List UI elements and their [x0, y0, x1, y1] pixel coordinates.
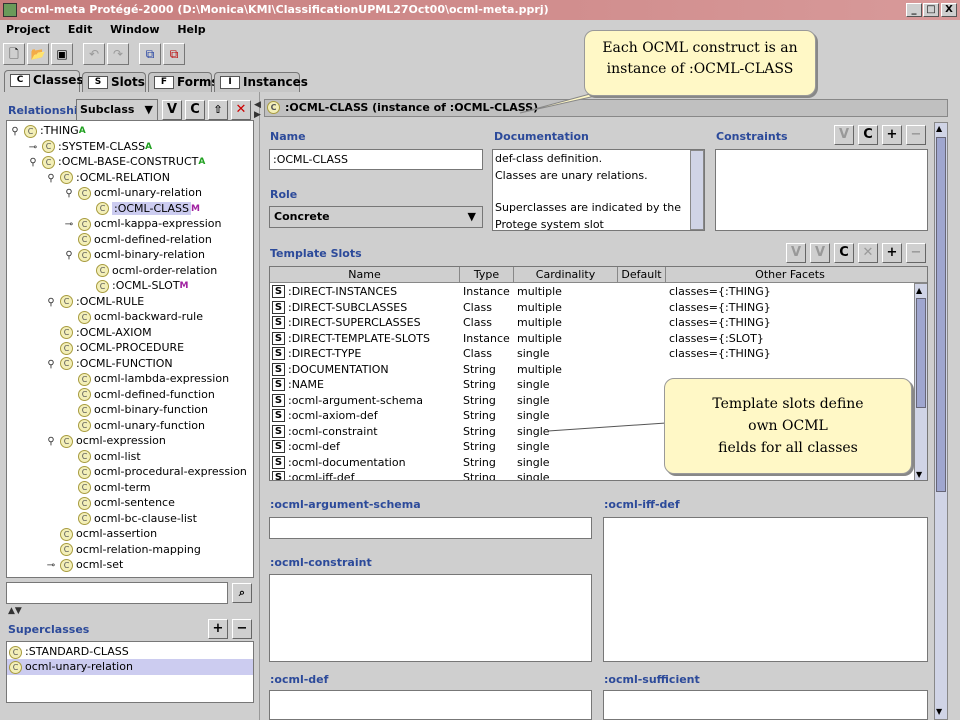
- callout-line: Each OCML construct is an: [602, 40, 798, 56]
- callout-line: Template slots define: [712, 396, 864, 412]
- callout-line: fields for all classes: [718, 440, 858, 456]
- mid-callout-pointer: [547, 422, 667, 432]
- mid-callout: Template slots define own OCML fields fo…: [664, 378, 912, 474]
- top-callout-pointer: [519, 93, 605, 114]
- top-callout: Each OCML construct is an instance of :O…: [584, 30, 816, 96]
- callout-line: instance of :OCML-CLASS: [606, 61, 794, 77]
- callout-pointers: [519, 93, 667, 432]
- callout-line: own OCML: [748, 418, 828, 434]
